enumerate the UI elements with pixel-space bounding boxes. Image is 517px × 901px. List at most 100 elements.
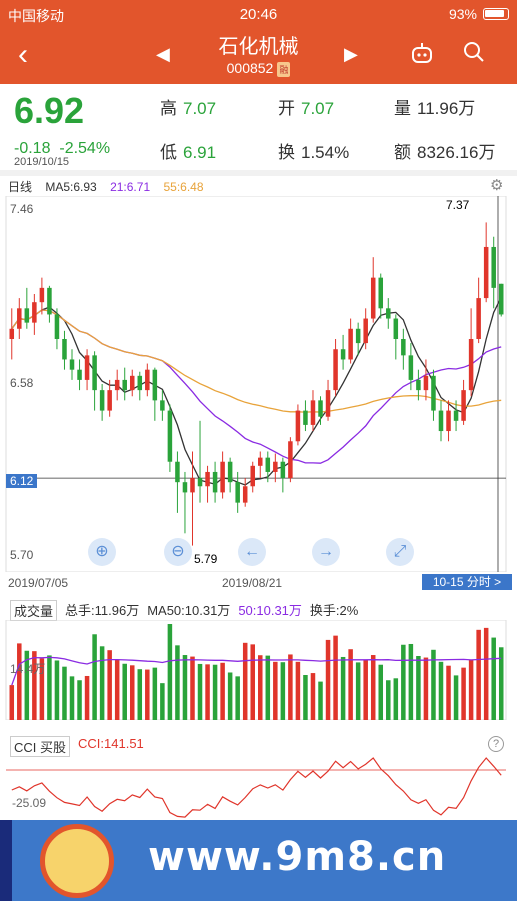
candle-body [212, 471, 218, 493]
volume-label: 量 [394, 99, 411, 118]
volume-bar [235, 676, 240, 720]
volume-bar [370, 655, 376, 720]
volume-bar [310, 673, 316, 720]
amount-value: 8326.16万 [417, 143, 496, 162]
candle-body [416, 379, 421, 391]
search-icon[interactable] [462, 40, 486, 70]
intraday-button[interactable]: 10-15 分时 > [422, 574, 512, 590]
nav-bar: ‹ ◀ 石化机械 000852 融 ▶ [0, 28, 517, 84]
volume-bar [242, 642, 248, 720]
volume-bar [160, 683, 165, 720]
high-item: 高 7.07 [160, 94, 216, 119]
volume-bar [69, 676, 75, 720]
volume-bar [340, 656, 346, 720]
margin-badge: 融 [277, 61, 291, 77]
volume-bar [99, 646, 105, 720]
date-mid: 2019/08/21 [222, 576, 283, 590]
low-marker: 5.79 [194, 552, 218, 566]
volume-bar [408, 643, 414, 720]
turnover-label: 换 [278, 143, 295, 162]
pan-left-button[interactable]: ← [238, 538, 266, 566]
y-axis-cursor: 6.12 [6, 474, 38, 488]
help-icon[interactable]: ? [488, 736, 504, 752]
candle-body [423, 375, 429, 391]
candle-body [99, 390, 105, 411]
volume-bar [17, 643, 22, 720]
candle-body [355, 328, 361, 344]
fullscreen-button[interactable]: ⤢ [386, 538, 414, 566]
candle-body [39, 287, 45, 303]
volume-bar [393, 678, 399, 720]
volume-bar [107, 650, 112, 720]
candle-body [137, 375, 143, 391]
candle-body [370, 277, 376, 319]
volume-bar [483, 627, 489, 720]
candle-body [250, 465, 255, 487]
amount-label: 额 [394, 143, 411, 162]
divider [0, 170, 517, 176]
volume-bar [182, 655, 188, 720]
volume-bar [250, 644, 255, 720]
candle-body [461, 390, 466, 421]
candlestick-chart[interactable] [0, 196, 517, 572]
quote-panel: 6.92 -0.18 -2.54% 2019/10/15 高 7.07 开 7.07… [0, 84, 517, 172]
chart-frame [5, 196, 507, 572]
candle-body [476, 298, 481, 339]
change-value: -0.18 [14, 140, 51, 157]
candle-body [62, 339, 67, 360]
candle-body [175, 461, 180, 483]
candle-body [258, 457, 263, 466]
cci-indicator-select[interactable]: CCI 买股 [10, 736, 71, 757]
candle-body [122, 379, 127, 391]
candle-body [114, 379, 120, 391]
volume-bar [438, 661, 444, 720]
volume-bar [355, 662, 361, 720]
volume-bar [197, 663, 203, 720]
candle-body [242, 486, 248, 503]
next-stock-button[interactable]: ▶ [344, 44, 358, 65]
candle-body [280, 461, 286, 479]
volume-turnover: 换手:2% [309, 603, 359, 618]
candle-body [378, 277, 384, 309]
volume-bar [145, 669, 150, 720]
volume-bar [220, 662, 225, 720]
candle-body [431, 375, 436, 411]
gear-icon[interactable]: ⚙ [490, 176, 503, 194]
volume-indicator-select[interactable]: 成交量 [10, 600, 58, 621]
low-item: 低 6.91 [160, 138, 216, 163]
candle-body [152, 369, 158, 401]
volume-bar [190, 656, 195, 720]
volume-bar [416, 656, 421, 720]
period-label[interactable]: 日线 [8, 180, 32, 194]
volume-bar [114, 659, 120, 720]
robot-icon[interactable] [410, 42, 434, 70]
zoom-in-button[interactable]: ⊕ [88, 538, 116, 566]
volume-bar [423, 657, 429, 720]
turnover-item: 换 1.54% [278, 138, 349, 163]
volume-bar [476, 629, 481, 720]
candle-body [69, 359, 75, 370]
volume-bar [212, 664, 218, 720]
volume-bar [137, 669, 143, 720]
banner-edge [0, 820, 12, 901]
cci-legend: CCI 买股 CCI:141.51 [10, 736, 144, 757]
pan-right-button[interactable]: → [312, 538, 340, 566]
candle-body [498, 283, 504, 315]
volume-bar [84, 675, 90, 720]
candle-body [197, 478, 203, 487]
volume-bar [122, 663, 127, 720]
volume-item: 量 11.96万 [394, 94, 475, 119]
volume-bar [258, 655, 263, 720]
candle-body [167, 410, 173, 462]
cci-line [11, 757, 502, 818]
volume-bar [378, 664, 384, 720]
volume-bar [77, 680, 82, 720]
date-start: 2019/07/05 [8, 576, 69, 590]
change-percent: -2.54% [59, 140, 111, 157]
candle-body [24, 308, 30, 323]
volume-bar [227, 672, 233, 720]
zoom-out-button[interactable]: ⊖ [164, 538, 192, 566]
candle-body [190, 478, 195, 493]
candle-body [145, 369, 150, 391]
stock-code: 000852 [226, 60, 274, 76]
